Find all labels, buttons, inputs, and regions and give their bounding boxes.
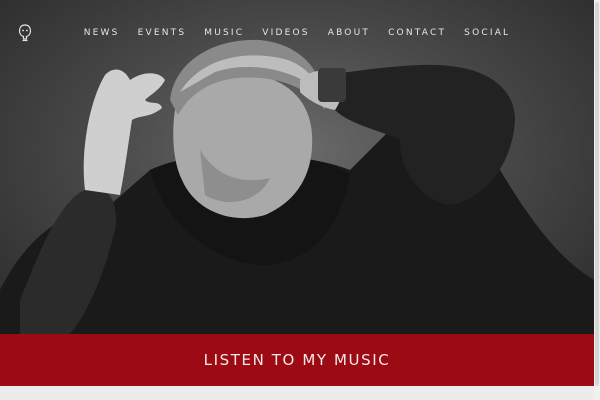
microphone-head-logo-icon[interactable] [18,24,32,42]
scrollbar-thumb[interactable] [595,2,599,386]
footer-strip [0,386,594,400]
nav-link-about[interactable]: ABOUT [328,28,370,38]
hero-section: NEWS EVENTS MUSIC VIDEOS ABOUT CONTACT S… [0,0,594,334]
nav-link-social[interactable]: SOCIAL [464,28,510,38]
nav-link-music[interactable]: MUSIC [204,28,244,38]
nav-left-group: NEWS EVENTS MUSIC VIDEOS [75,28,319,38]
nav-link-contact[interactable]: CONTACT [388,28,446,38]
nav-right-group: ABOUT CONTACT SOCIAL [319,28,520,38]
main-navigation: NEWS EVENTS MUSIC VIDEOS ABOUT CONTACT S… [0,24,594,42]
nav-link-news[interactable]: NEWS [84,28,120,38]
hero-portrait-image [0,39,594,334]
listen-to-music-banner-button[interactable]: LISTEN TO MY MUSIC [0,334,594,386]
nav-link-videos[interactable]: VIDEOS [262,28,309,38]
vertical-scrollbar[interactable] [594,0,600,400]
cta-label: LISTEN TO MY MUSIC [203,351,391,369]
nav-link-events[interactable]: EVENTS [138,28,187,38]
